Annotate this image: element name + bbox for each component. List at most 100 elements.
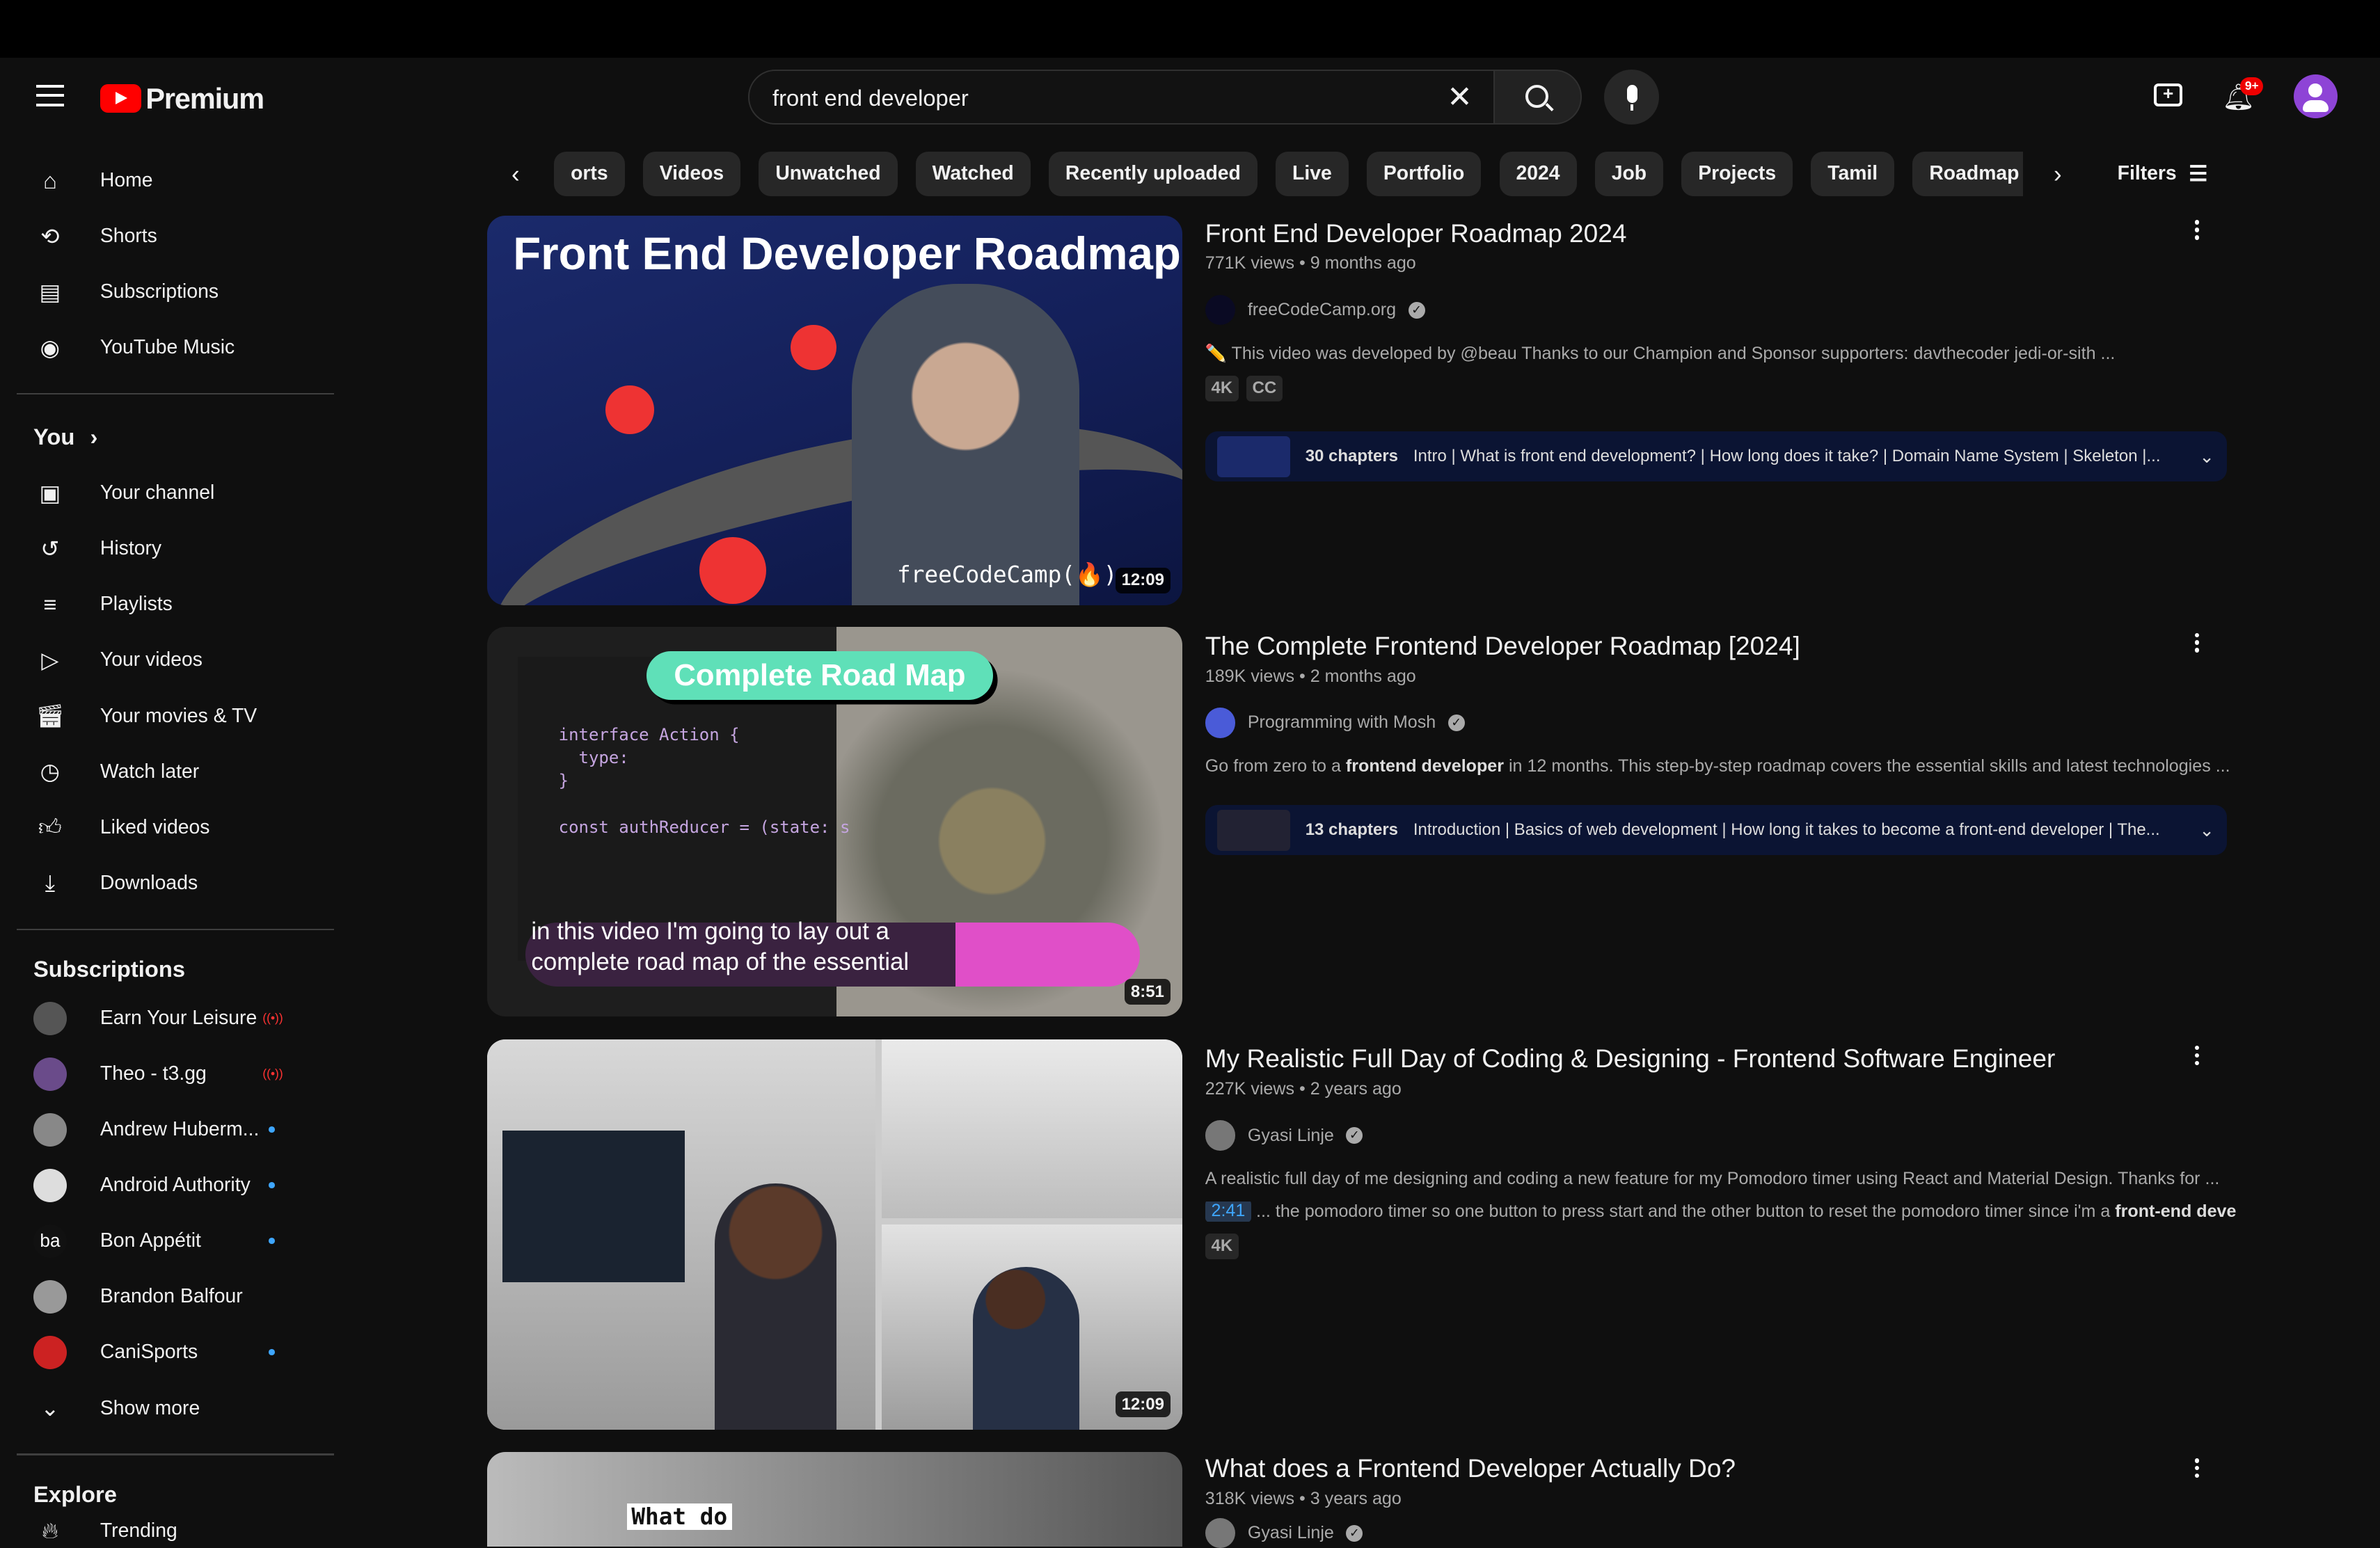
sidebar-item-show-more[interactable]: ⌄ Show more [33,1393,200,1423]
sidebar-item-label: Trending [100,1519,177,1542]
video-title[interactable]: The Complete Frontend Developer Roadmap … [1205,630,2237,663]
sidebar-item-bon-app-tit[interactable]: ba Bon Appétit [33,1224,201,1258]
sidebar-item-label: Liked videos [100,815,210,838]
clear-search-icon[interactable]: ✕ [1447,80,1473,115]
playlists-icon: ≡ [43,591,57,617]
video-info: My Realistic Full Day of Coding & Design… [1205,1042,2237,1259]
subscriptions-section-header: Subscriptions [33,956,186,982]
sidebar-item-playlists[interactable]: ≡ Playlists [33,589,172,620]
sidebar-item-your-channel[interactable]: ▣ Your channel [33,478,215,509]
more-actions-icon[interactable] [2194,1042,2201,1068]
channel-avatar [1205,708,1236,738]
channel-link[interactable]: Gyasi Linje ✓ [1205,1517,2237,1548]
movies-icon: 🎬︎ [35,703,65,729]
video-title[interactable]: What does a Frontend Developer Actually … [1205,1452,2237,1485]
channel-name: Gyasi Linje [1247,1125,1334,1145]
video-title[interactable]: Front End Developer Roadmap 2024 [1205,217,2237,250]
chevron-down-icon[interactable]: ⌄ [2199,820,2214,841]
sidebar-divider [16,928,334,930]
verified-icon: ✓ [1346,1524,1363,1542]
filter-chips: orts Videos Unwatched Watched Recently uploa… [554,152,2024,196]
chapter-thumbnail [1217,436,1290,477]
filter-chip[interactable]: Tamil [1811,152,1895,196]
video-thumbnail[interactable]: 12:09 [487,1039,1183,1430]
sidebar-item-your-movies-tv[interactable]: 🎬︎ Your movies & TV [33,701,257,731]
chapters-list: Intro | What is front end development? |… [1413,447,2161,466]
filter-chip[interactable]: Roadmap 2024 [1912,152,2024,196]
create-icon[interactable]: + [2153,83,2183,106]
video-thumbnail[interactable]: interface Action { type:} const authReduc… [487,626,1183,1017]
youtube-premium-logo[interactable]: Premium [100,82,264,115]
sidebar-item-home[interactable]: ⌂ Home [33,166,152,196]
video-info: The Complete Frontend Developer Roadmap … [1205,630,2237,856]
sidebar-item-brandon-balfour[interactable]: Brandon Balfour [33,1279,243,1314]
sidebar-item-trending[interactable]: 🔥︎ Trending [33,1516,177,1547]
sidebar-item-shorts[interactable]: ⟲ Shorts [33,221,157,252]
chips-scroll-right-icon[interactable]: › [2054,161,2062,189]
sidebar-divider [16,392,334,395]
chapters-bar[interactable]: 30 chapters Intro | What is front end dev… [1205,431,2227,482]
sidebar-item-earn-your-leisure[interactable]: Earn Your Leisure [33,1001,257,1035]
search-input[interactable]: front end developer ✕ [748,70,1496,125]
sidebar-item-subscriptions[interactable]: ▤ Subscriptions [33,277,219,308]
filter-chip[interactable]: Live [1276,152,1349,196]
chips-scroll-left-icon[interactable]: ‹ [511,161,520,189]
voice-search-button[interactable] [1604,70,1659,125]
filter-chip[interactable]: Watched [915,152,1031,196]
search-button[interactable] [1493,70,1582,125]
chapters-bar[interactable]: 13 chapters Introduction | Basics of web … [1205,805,2227,856]
transcript-snippet[interactable]: 2:41 ... the pomodoro timer so one butto… [1205,1201,2237,1222]
mic-icon [1627,85,1638,104]
sidebar-item-label: Your movies & TV [100,704,257,727]
sidebar-item-label: Theo - t3.gg [100,1062,207,1085]
filter-chip[interactable]: Recently uploaded [1048,152,1258,196]
timestamp-chip[interactable]: 2:41 [1205,1201,1252,1222]
sidebar-item-android-authority[interactable]: Android Authority [33,1168,251,1202]
sidebar-item-downloads[interactable]: ⤓ Downloads [33,868,198,898]
sidebar-item-canisports[interactable]: CaniSports [33,1335,198,1369]
menu-icon[interactable] [36,85,64,106]
filter-chip[interactable]: 2024 [1499,152,1577,196]
more-actions-icon[interactable] [2194,630,2201,655]
sidebar-item-theo-t3-gg[interactable]: Theo - t3.gg [33,1057,207,1091]
sidebar-item-andrew-huberm-[interactable]: Andrew Huberm... [33,1112,259,1147]
filter-chip[interactable]: Projects [1681,152,1793,196]
sidebar-item-liked-videos[interactable]: 👍︎ Liked videos [33,812,210,843]
sidebar-item-label: History [100,537,162,560]
channel-avatar [33,1057,67,1091]
more-actions-icon[interactable] [2194,1455,2201,1481]
chevron-right-icon: › [90,423,98,449]
sidebar-item-your-videos[interactable]: ▷ Your videos [33,645,203,676]
video-title[interactable]: My Realistic Full Day of Coding & Design… [1205,1042,2237,1076]
video-thumbnail[interactable]: Front End Developer Roadmap freeCodeCamp… [487,215,1183,606]
sidebar-item-label: Your videos [100,648,203,671]
history-icon: ↺ [40,535,60,561]
filter-chip[interactable]: orts [554,152,625,196]
channel-avatar [33,1168,67,1202]
top-black-bar [0,0,2380,58]
video-duration: 8:51 [1125,979,1171,1005]
search-value: front end developer [772,84,969,111]
filters-button[interactable]: Filters ☰ [2118,162,2208,186]
sidebar-item-youtube-music[interactable]: ◉ YouTube Music [33,333,235,363]
chevron-down-icon[interactable]: ⌄ [2199,446,2214,468]
filter-chip[interactable]: Portfolio [1366,152,1482,196]
filter-chip[interactable]: Job [1594,152,1664,196]
chapters-list: Introduction | Basics of web development… [1413,820,2160,840]
video-info: What does a Frontend Developer Actually … [1205,1452,2237,1548]
sidebar-item-label: Downloads [100,871,198,894]
channel-link[interactable]: Programming with Mosh ✓ [1205,708,2237,738]
you-section-header[interactable]: You › [33,424,97,450]
sidebar-item-watch-later[interactable]: ◷ Watch later [33,756,200,787]
channel-link[interactable]: freeCodeCamp.org ✓ [1205,294,2237,326]
channel-name: Programming with Mosh [1247,712,1436,733]
badge-4k: 4K [1205,375,1239,401]
more-actions-icon[interactable] [2194,217,2201,243]
filter-chip[interactable]: Videos [642,152,741,196]
filter-chip[interactable]: Unwatched [759,152,898,196]
sidebar-item-history[interactable]: ↺ History [33,534,161,564]
channel-link[interactable]: Gyasi Linje ✓ [1205,1120,2237,1151]
video-thumbnail[interactable]: What do [487,1452,1183,1547]
video-description: ✏️ This video was developed by @beau Tha… [1205,343,2116,363]
account-avatar[interactable] [2293,74,2338,119]
